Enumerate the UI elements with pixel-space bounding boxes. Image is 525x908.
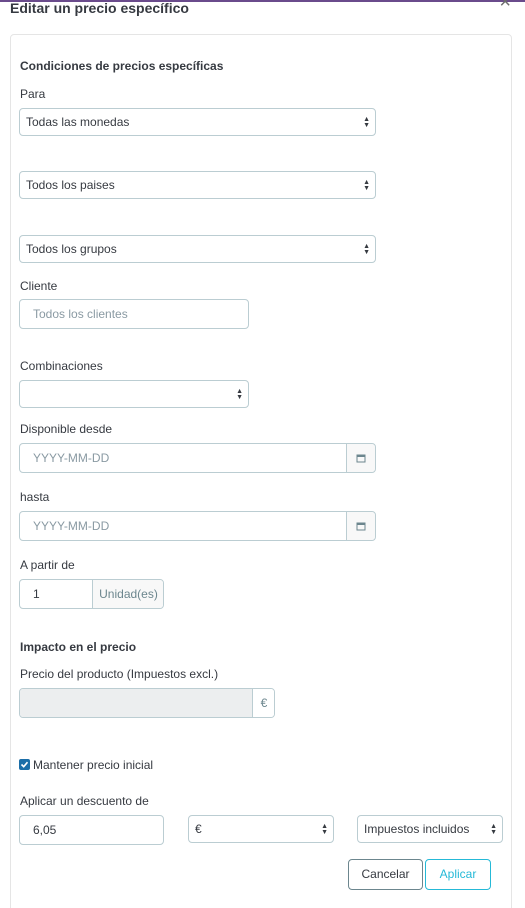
calendar-icon[interactable] <box>346 444 375 472</box>
apply-button[interactable]: Aplicar <box>425 859 491 890</box>
for-label: Para <box>20 87 46 101</box>
customer-label: Cliente <box>20 279 58 293</box>
modal-title: Editar un precio específico <box>10 0 189 16</box>
discount-type-value: € <box>195 822 202 836</box>
starting-at-input[interactable]: 1 <box>20 580 92 608</box>
to-date-placeholder: YYYY-MM-DD <box>33 519 110 533</box>
country-select-value: Todos los paises <box>26 178 115 192</box>
currency-select[interactable]: Todas las monedas ▲ ▼ <box>19 108 376 136</box>
combinations-label: Combinaciones <box>20 359 103 373</box>
tax-select[interactable]: Impuestos incluidos ▲ ▼ <box>357 815 503 843</box>
discount-value: 6,05 <box>33 823 57 837</box>
group-select[interactable]: Todos los grupos ▲ ▼ <box>19 235 376 263</box>
to-label: hasta <box>20 490 50 504</box>
price-input[interactable] <box>20 689 252 717</box>
tax-select-value: Impuestos incluidos <box>364 822 470 836</box>
price-group: € <box>19 688 275 718</box>
discount-type-select[interactable]: € ▲ ▼ <box>188 815 334 843</box>
check-icon <box>20 761 29 768</box>
starting-at-label: A partir de <box>20 558 75 572</box>
chevron-updown-icon: ▲ ▼ <box>363 243 370 256</box>
conditions-heading: Condiciones de precios específicas <box>20 59 224 73</box>
keep-price-checkbox[interactable] <box>19 759 30 770</box>
currency-select-value: Todas las monedas <box>26 115 130 129</box>
impact-heading: Impacto en el precio <box>20 640 137 654</box>
from-label: Disponible desde <box>20 422 113 436</box>
chevron-updown-icon: ▲ ▼ <box>236 388 243 401</box>
customer-input[interactable]: Todos los clientes <box>19 299 249 329</box>
chevron-updown-icon: ▲ ▼ <box>363 179 370 192</box>
price-label: Precio del producto (Impuestos excl.) <box>20 667 219 681</box>
group-select-value: Todos los grupos <box>26 242 117 256</box>
cancel-button[interactable]: Cancelar <box>348 859 423 890</box>
discount-label: Aplicar un descuento de <box>20 794 149 808</box>
customer-placeholder: Todos los clientes <box>33 307 128 321</box>
country-select[interactable]: Todos los paises ▲ ▼ <box>19 171 376 199</box>
calendar-icon[interactable] <box>346 512 375 540</box>
chevron-updown-icon: ▲ ▼ <box>321 823 328 836</box>
combinations-select[interactable]: ▲ ▼ <box>19 380 249 408</box>
unit-addon: Unidad(es) <box>92 580 163 608</box>
chevron-updown-icon: ▲ ▼ <box>363 116 370 129</box>
starting-at-group: 1 Unidad(es) <box>19 579 164 609</box>
keep-price-label[interactable]: Mantener precio inicial <box>33 758 153 772</box>
close-icon[interactable]: × <box>499 0 511 12</box>
from-date-placeholder: YYYY-MM-DD <box>33 451 110 465</box>
discount-input[interactable]: 6,05 <box>19 815 164 845</box>
to-date-input[interactable]: YYYY-MM-DD <box>19 511 376 541</box>
price-currency-addon: € <box>252 689 274 717</box>
chevron-updown-icon: ▲ ▼ <box>490 823 497 836</box>
from-date-input[interactable]: YYYY-MM-DD <box>19 443 376 473</box>
